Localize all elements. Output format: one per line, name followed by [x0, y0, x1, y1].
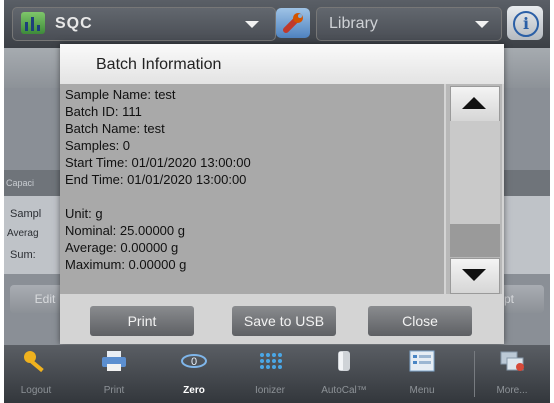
ionizer-button[interactable]: Ionizer — [240, 345, 300, 403]
info-line: Sample Name: test — [65, 87, 176, 102]
info-line: Unit: g — [65, 206, 103, 221]
zero-label: Zero — [183, 385, 205, 396]
chevron-down-icon — [245, 21, 259, 28]
scroll-thumb[interactable] — [450, 224, 500, 257]
print-button[interactable]: Print — [90, 306, 194, 336]
scroll-up-button[interactable] — [450, 86, 500, 122]
library-label: Library — [329, 15, 378, 32]
info-line: Batch ID: 111 — [65, 104, 142, 119]
batch-info-panel: Sample Name: test Batch ID: 111 Batch Na… — [60, 84, 444, 294]
menu-label: Menu — [409, 385, 435, 396]
info-line: Nominal: 25.00000 g — [65, 223, 185, 238]
info-line: Batch Name: test — [65, 121, 165, 136]
zero-icon: 0 — [181, 354, 207, 368]
info-line: Maximum: 0.00000 g — [65, 257, 187, 272]
chevron-down-icon — [475, 21, 489, 28]
print-label: Print — [103, 385, 125, 396]
save-to-usb-label: Save to USB — [243, 313, 325, 329]
info-line: Start Time: 01/01/2020 13:00:00 — [65, 155, 251, 170]
sqc-chart-icon — [21, 12, 45, 34]
bottom-toolbar: Logout Print 0 Zero Ionizer AutoCal™ Men… — [4, 345, 550, 403]
ionizer-label: Ionizer — [254, 385, 285, 396]
top-bar: SQC Library i — [4, 0, 550, 48]
print-toolbar-button[interactable]: Print — [84, 345, 144, 403]
menu-button[interactable]: Menu — [392, 345, 452, 403]
application-selector[interactable]: SQC — [12, 7, 276, 41]
toolbar-divider — [474, 351, 475, 397]
ionizer-icon — [260, 353, 282, 369]
key-icon — [24, 351, 44, 373]
scroll-down-button[interactable] — [450, 258, 500, 294]
application-name: SQC — [55, 15, 93, 32]
close-button[interactable]: Close — [368, 306, 472, 336]
wrench-icon[interactable] — [276, 8, 310, 38]
autocal-button[interactable]: AutoCal™ — [314, 345, 374, 403]
more-icon — [500, 351, 524, 371]
svg-text:0: 0 — [191, 356, 197, 368]
sample-label: Sampl — [10, 208, 42, 220]
info-icon: i — [513, 11, 539, 37]
device-screen: SQC Library i Capaci Sampl Averag Sum: E… — [4, 0, 550, 403]
printer-icon — [102, 351, 126, 371]
sum-label: Sum: — [10, 249, 36, 261]
info-line: Samples: 0 — [65, 138, 131, 153]
right-action-label: pt — [503, 292, 514, 306]
logout-button[interactable]: Logout — [6, 345, 66, 403]
library-selector[interactable]: Library — [316, 7, 502, 41]
more-label: More... — [496, 385, 528, 396]
autocal-label: AutoCal™ — [321, 385, 367, 396]
menu-icon — [409, 350, 435, 372]
zero-button[interactable]: 0 Zero — [164, 345, 224, 403]
logout-label: Logout — [20, 385, 52, 396]
capacity-label: Capaci — [6, 178, 35, 188]
dialog-title-bar: Batch Information — [60, 44, 504, 84]
close-button-label: Close — [402, 313, 438, 329]
autocal-icon — [338, 351, 350, 371]
save-to-usb-button[interactable]: Save to USB — [232, 306, 336, 336]
more-button[interactable]: More... — [482, 345, 542, 403]
arrow-down-icon — [462, 269, 486, 281]
print-button-label: Print — [127, 313, 157, 329]
arrow-up-icon — [462, 97, 486, 109]
info-button[interactable]: i — [507, 6, 543, 40]
scrollbar[interactable] — [446, 84, 502, 294]
batch-information-dialog: Batch Information Sample Name: test Batc… — [60, 44, 504, 344]
dialog-title: Batch Information — [96, 56, 222, 73]
info-line: Average: 0.00000 g — [65, 240, 179, 255]
average-label: Averag — [7, 228, 39, 239]
info-line: End Time: 01/01/2020 13:00:00 — [65, 172, 247, 187]
edit-button-label: Edit — [34, 292, 56, 306]
